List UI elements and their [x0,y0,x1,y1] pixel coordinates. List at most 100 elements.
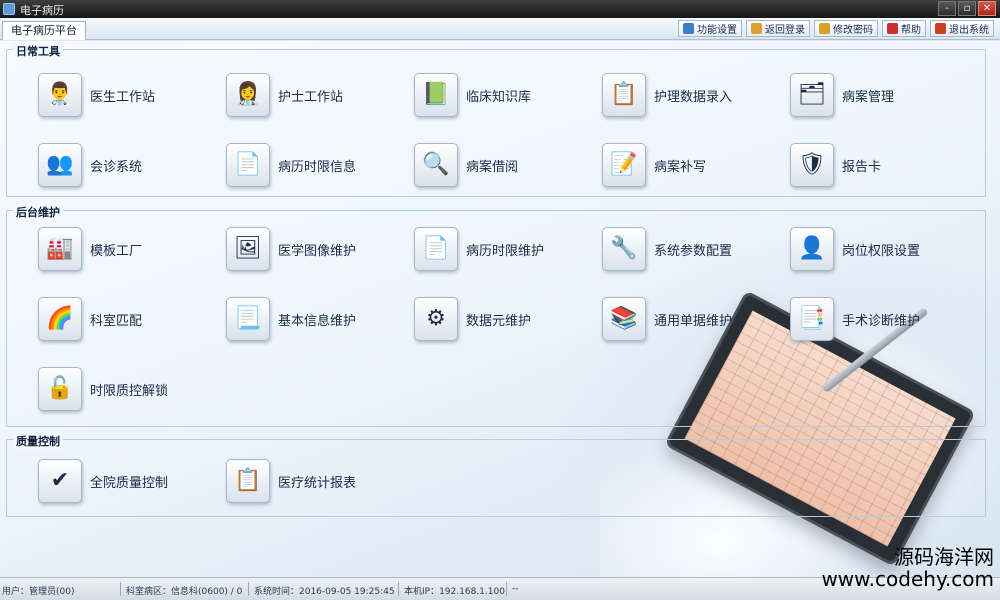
launcher-item-label: 全院质量控制 [90,475,169,491]
report-card-icon: 🛡 [790,143,834,187]
toolbar-label: 修改密码 [833,25,873,36]
record-time-maintain-icon: 📄 [414,227,458,271]
status-extra: -- [512,584,519,594]
launcher-item-label: 岗位权限设置 [842,243,921,259]
launcher-item[interactable]: 👥 会诊系统 [38,143,142,187]
launcher-item[interactable]: 📄 病历时限信息 [226,143,356,187]
launcher-item-label: 数据元维护 [466,313,532,329]
section-title: 日常工具 [13,43,63,59]
launcher-item-label: 护理数据录入 [654,89,733,105]
lock-icon [819,23,830,34]
toolbar-label: 返回登录 [765,25,805,36]
launcher-item-label: 护士工作站 [278,89,344,105]
status-divider [506,582,507,596]
return-login-button[interactable]: 返回登录 [746,20,810,37]
data-element-icon: ⚙ [414,297,458,341]
status-divider [248,582,249,596]
launcher-item[interactable]: 📋 医疗统计报表 [226,459,356,503]
launcher-item-label: 医疗统计报表 [278,475,357,491]
launcher-item[interactable]: 📝 病案补写 [602,143,706,187]
launcher-item-label: 医学图像维护 [278,243,357,259]
status-user: 用户：管理员(00) [2,587,75,597]
knowledge-base-icon: 📗 [414,73,458,117]
launcher-item-label: 病案借阅 [466,159,519,175]
launcher-item[interactable]: 🛡 报告卡 [790,143,881,187]
doctor-icon: 👨‍⚕️ [38,73,82,117]
launcher-item[interactable]: 📚 通用单据维护 [602,297,732,341]
settings-icon [683,23,694,34]
minimize-button[interactable]: - [938,1,956,16]
case-management-icon: 🗂 [790,73,834,117]
change-password-button[interactable]: 修改密码 [814,20,878,37]
launcher-item-label: 医生工作站 [90,89,156,105]
section-title: 后台维护 [13,204,63,220]
medical-image-icon: 🖼 [226,227,270,271]
time-qc-unlock-icon: 🔓 [38,367,82,411]
window-title: 电子病历 [20,4,64,17]
maximize-button[interactable]: ▫ [958,1,976,16]
status-local-ip: 本机IP：192.168.1.100 [404,587,505,597]
launcher-item[interactable]: ✔ 全院质量控制 [38,459,168,503]
launcher-item[interactable]: 🏭 模板工厂 [38,227,142,271]
launcher-item-label: 报告卡 [842,159,882,175]
status-divider [398,582,399,596]
system-params-icon: 🔧 [602,227,646,271]
launcher-item[interactable]: 📗 临床知识库 [414,73,531,117]
tab-strip: 电子病历平台 功能设置 返回登录 修改密码 帮助 退出系统 [0,18,1000,40]
exit-icon [935,23,946,34]
launcher-item[interactable]: 📄 病历时限维护 [414,227,544,271]
close-button[interactable]: ✕ [978,1,996,16]
help-icon [887,23,898,34]
section-title: 质量控制 [13,433,63,449]
consultation-icon: 👥 [38,143,82,187]
launcher-item-label: 会诊系统 [90,159,143,175]
help-button[interactable]: 帮助 [882,20,926,37]
surgery-diagnosis-icon: 📑 [790,297,834,341]
template-factory-icon: 🏭 [38,227,82,271]
launcher-item[interactable]: 🗂 病案管理 [790,73,894,117]
launcher-item-label: 病历时限信息 [278,159,357,175]
watermark: 源码海洋网 www.codehy.com [821,546,994,590]
launcher-item-label: 病历时限维护 [466,243,545,259]
launcher-item-label: 科室匹配 [90,313,143,329]
launcher-item[interactable]: ⚙ 数据元维护 [414,297,531,341]
nursing-data-icon: 📋 [602,73,646,117]
launcher-item[interactable]: 👩‍⚕️ 护士工作站 [226,73,343,117]
launcher-item[interactable]: 🖼 医学图像维护 [226,227,356,271]
launcher-item-label: 通用单据维护 [654,313,733,329]
window-controls: - ▫ ✕ [938,1,996,16]
launcher-item[interactable]: 👤 岗位权限设置 [790,227,920,271]
top-toolbar: 功能设置 返回登录 修改密码 帮助 退出系统 [678,20,994,37]
launcher-item[interactable]: 🌈 科室匹配 [38,297,142,341]
launcher-item[interactable]: 👨‍⚕️ 医生工作站 [38,73,155,117]
case-supplement-icon: 📝 [602,143,646,187]
watermark-line1: 源码海洋网 [894,545,994,569]
launcher-item[interactable]: 📃 基本信息维护 [226,297,356,341]
status-system-time: 系统时间：2016-09-05 19:25:45 [254,587,395,597]
tab-emr-platform[interactable]: 电子病历平台 [2,21,86,40]
launcher-item-label: 时限质控解锁 [90,383,169,399]
quality-shield-icon: ✔ [38,459,82,503]
app-icon [3,3,15,15]
toolbar-label: 退出系统 [949,25,989,36]
launcher-item[interactable]: 🔍 病案借阅 [414,143,518,187]
record-time-info-icon: 📄 [226,143,270,187]
function-settings-button[interactable]: 功能设置 [678,20,742,37]
home-icon [751,23,762,34]
launcher-item-label: 临床知识库 [466,89,532,105]
launcher-item[interactable]: 🔧 系统参数配置 [602,227,732,271]
main-panel: 日常工具 后台维护 质量控制 👨‍⚕️ 医生工作站 👩‍⚕️ 护士工作站 📗 临床知识库 📋… [0,41,1000,577]
window-titlebar: 电子病历 - ▫ ✕ [0,0,1000,18]
status-department: 科室病区：信息科(0600) / 0 [126,587,243,597]
status-divider [120,582,121,596]
basic-info-icon: 📃 [226,297,270,341]
launcher-item-label: 手术诊断维护 [842,313,921,329]
launcher-item[interactable]: 📑 手术诊断维护 [790,297,920,341]
case-borrow-icon: 🔍 [414,143,458,187]
launcher-item[interactable]: 🔓 时限质控解锁 [38,367,168,411]
launcher-item[interactable]: 📋 护理数据录入 [602,73,732,117]
launcher-item-label: 病案补写 [654,159,707,175]
exit-system-button[interactable]: 退出系统 [930,20,994,37]
statistics-report-icon: 📋 [226,459,270,503]
launcher-item-label: 模板工厂 [90,243,143,259]
